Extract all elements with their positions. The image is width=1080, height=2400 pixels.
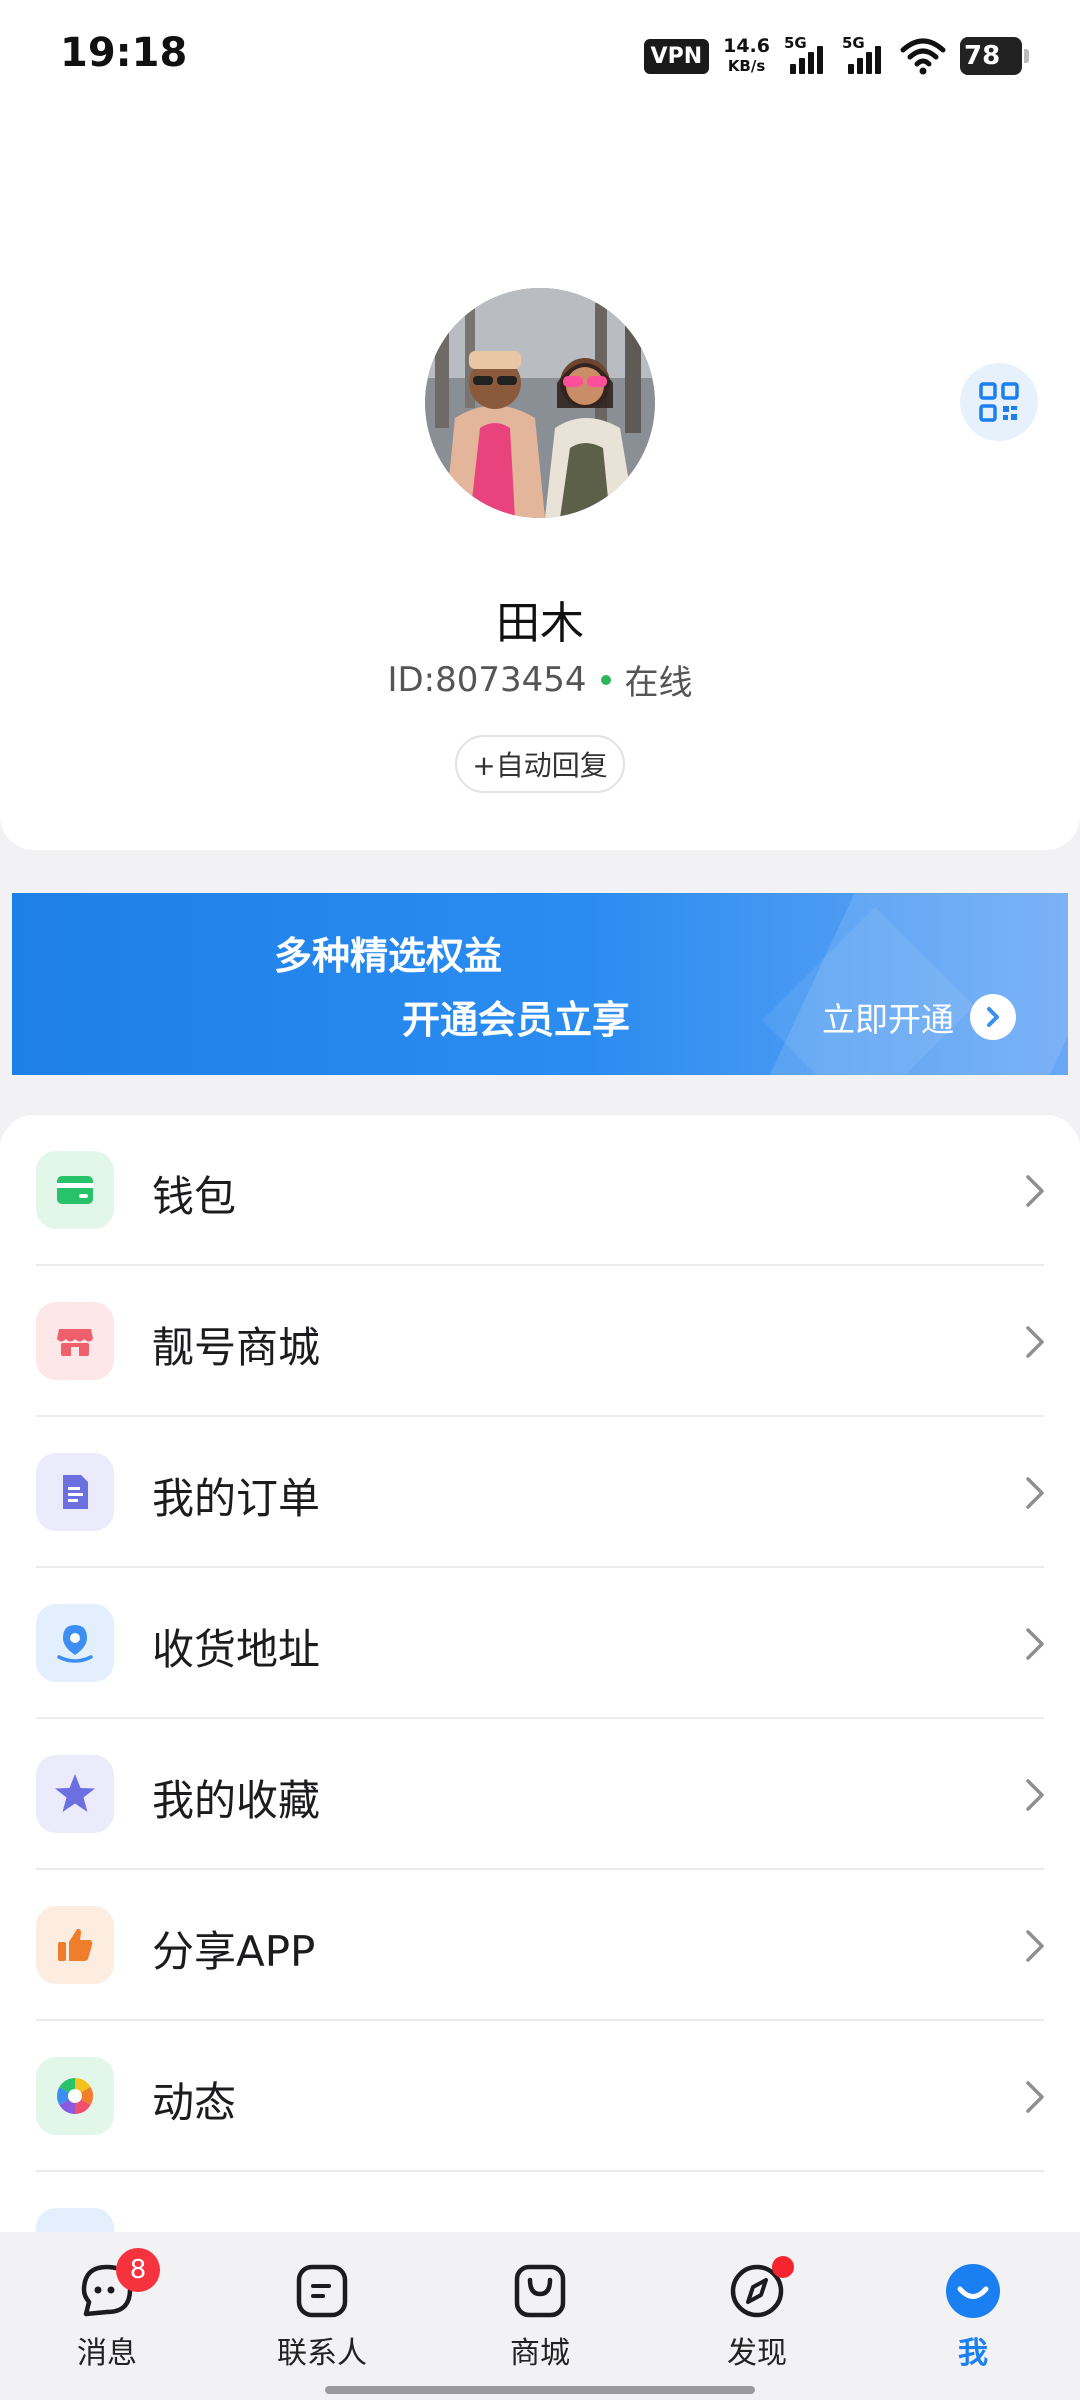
shop-icon — [36, 1302, 114, 1380]
chevron-right-icon — [1026, 1175, 1044, 1207]
online-dot-icon — [600, 674, 611, 685]
status-time: 19:18 — [60, 30, 188, 76]
wifi-icon — [900, 38, 946, 75]
battery-icon: 78 — [960, 37, 1029, 75]
shopping-bag-icon — [511, 2262, 569, 2320]
unread-badge: 8 — [116, 2248, 160, 2292]
tab-contacts[interactable]: 联系人 — [242, 2262, 402, 2372]
menu-item-label: 靓号商城 — [152, 1323, 321, 1372]
tab-discover[interactable]: 发现 — [677, 2256, 837, 2372]
tab-label: 商城 — [510, 2336, 570, 2371]
status-bar: 19:18 VPN 14.6 KB/s 5G 5G 78 — [0, 0, 1080, 110]
menu-item-icon — [36, 2208, 114, 2235]
compass-icon — [728, 2256, 794, 2320]
banner-title: 多种精选权益 — [274, 934, 503, 978]
open-membership-button[interactable]: 立即开通 — [822, 993, 1016, 1041]
menu-item-label: 我的订单 — [152, 1474, 321, 1523]
network-speed: 14.6 KB/s — [723, 35, 770, 75]
menu-item-number-shop[interactable]: 靓号商城 — [0, 1266, 1080, 1417]
open-membership-label: 立即开通 — [822, 1000, 954, 1039]
menu-item-moments[interactable]: 动态 — [0, 2021, 1080, 2172]
star-icon — [36, 1755, 114, 1833]
contacts-icon — [293, 2262, 351, 2320]
menu-item-my-orders[interactable]: 我的订单 — [0, 1417, 1080, 1568]
aperture-icon — [36, 2057, 114, 2135]
tab-mall[interactable]: 商城 — [460, 2262, 620, 2372]
wallet-icon — [36, 1151, 114, 1229]
smile-face-icon — [944, 2262, 1002, 2320]
location-pin-icon — [36, 1604, 114, 1682]
menu-item-label: 分享APP — [152, 1927, 316, 1976]
tab-label: 消息 — [77, 2336, 137, 2371]
status-indicators: VPN 14.6 KB/s 5G 5G 78 — [643, 34, 1029, 78]
menu-item-label: 我的收藏 — [152, 1776, 321, 1825]
menu-item-share-app[interactable]: 分享APP — [0, 1870, 1080, 2021]
bottom-tab-bar: 8 消息 联系人 商城 发现 我 — [0, 2232, 1080, 2400]
menu-item-shipping-address[interactable]: 收货地址 — [0, 1568, 1080, 1719]
chevron-right-icon — [1026, 1779, 1044, 1811]
tab-label: 我 — [958, 2336, 988, 2371]
menu-item-label: 收货地址 — [152, 1625, 321, 1674]
chevron-right-icon — [1026, 1628, 1044, 1660]
menu-item-label: 动态 — [152, 2078, 237, 2127]
tab-me[interactable]: 我 — [893, 2262, 1053, 2372]
order-document-icon — [36, 1453, 114, 1531]
menu-list: 钱包 靓号商城 我的订单 收货地址 我的收藏 分享APP 动态 — [0, 1115, 1080, 2235]
tab-label: 发现 — [727, 2336, 787, 2371]
signal-icon: 5G — [784, 34, 828, 78]
menu-item-wallet[interactable]: 钱包 — [0, 1115, 1080, 1266]
membership-banner[interactable]: 多种精选权益 开通会员立享 立即开通 — [12, 893, 1068, 1075]
tab-messages[interactable]: 8 消息 — [27, 2248, 187, 2372]
chevron-right-icon — [1026, 1930, 1044, 1962]
online-status: 在线 — [624, 663, 693, 703]
chevron-right-icon — [1026, 2081, 1044, 2113]
notification-dot-icon — [772, 2256, 794, 2278]
vpn-indicator: VPN — [643, 38, 710, 74]
signal-icon: 5G — [842, 34, 886, 78]
arrow-right-icon — [970, 994, 1016, 1040]
qr-code-icon — [979, 382, 1019, 422]
tab-label: 联系人 — [277, 2336, 367, 2371]
profile-card: 田木 ID:8073454 在线 +自动回复 — [0, 110, 1080, 850]
auto-reply-button[interactable]: +自动回复 — [455, 735, 625, 793]
menu-item-partial[interactable] — [0, 2172, 1080, 2235]
chevron-right-icon — [1026, 1326, 1044, 1358]
home-indicator[interactable] — [325, 2386, 755, 2394]
menu-item-favorites[interactable]: 我的收藏 — [0, 1719, 1080, 1870]
user-name: 田木 — [496, 598, 584, 649]
chat-bubble-icon: 8 — [78, 2248, 160, 2320]
user-id-row: ID:8073454 在线 — [0, 655, 1080, 704]
chevron-right-icon — [1026, 1477, 1044, 1509]
avatar[interactable] — [425, 288, 655, 518]
user-id: ID:8073454 — [387, 659, 587, 700]
menu-item-label: 钱包 — [152, 1172, 237, 1221]
qr-code-button[interactable] — [960, 363, 1038, 441]
thumbs-up-icon — [36, 1906, 114, 1984]
banner-subtitle: 开通会员立享 — [402, 998, 631, 1042]
